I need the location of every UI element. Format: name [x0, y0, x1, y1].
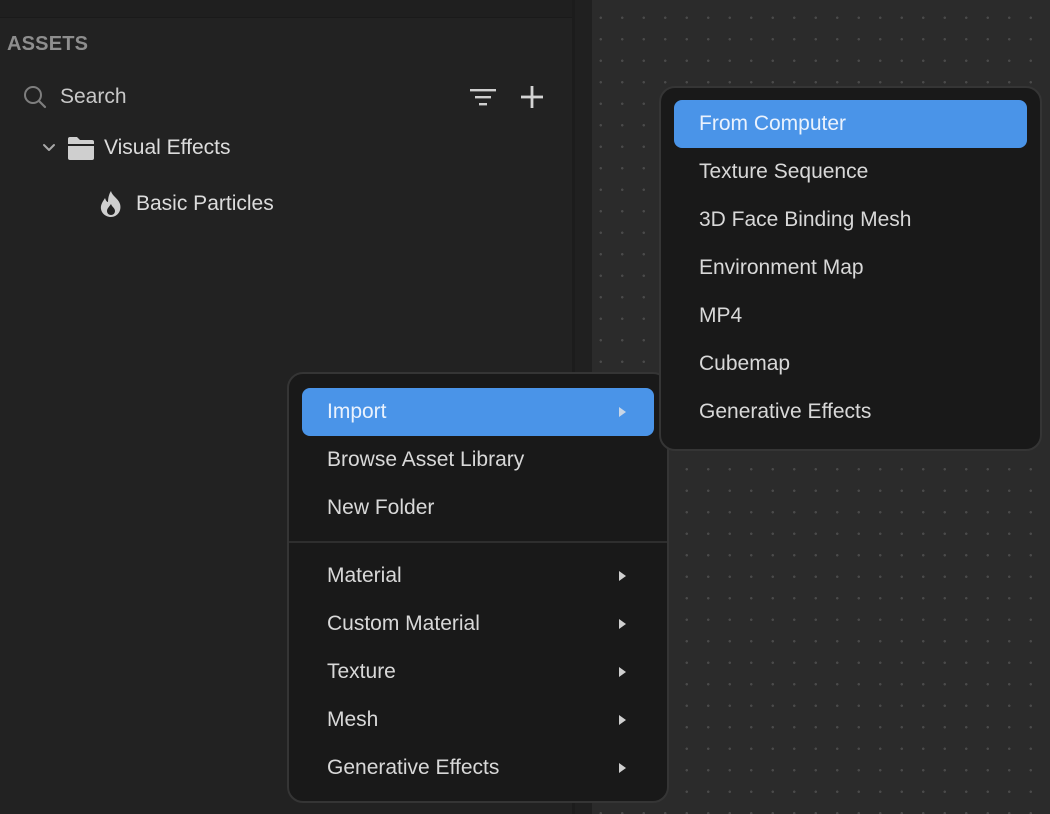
menu-item-label: 3D Face Binding Mesh: [699, 208, 912, 231]
search-row: [20, 80, 550, 114]
menu-item-label: From Computer: [699, 112, 847, 135]
context-menu: Import Browse Asset Library New Folder M…: [287, 372, 669, 803]
submenu-item-generative-effects[interactable]: Generative Effects: [674, 388, 1027, 436]
tree-folder-visual-effects[interactable]: Visual Effects: [38, 130, 230, 166]
tree-item-basic-particles[interactable]: Basic Particles: [96, 186, 274, 222]
submenu-item-3d-face-binding-mesh[interactable]: 3D Face Binding Mesh: [674, 196, 1027, 244]
menu-item-import[interactable]: Import: [302, 388, 654, 436]
menu-item-label: Texture: [327, 660, 396, 683]
search-icon: [24, 86, 47, 109]
menu-item-custom-material[interactable]: Custom Material: [302, 600, 654, 648]
submenu-arrow-icon: [619, 667, 626, 677]
submenu-item-from-computer[interactable]: From Computer: [674, 100, 1027, 148]
menu-item-label: New Folder: [327, 496, 435, 519]
submenu-item-cubemap[interactable]: Cubemap: [674, 340, 1027, 388]
folder-icon: [68, 137, 94, 160]
menu-item-label: Generative Effects: [327, 756, 500, 779]
submenu-arrow-icon: [619, 715, 626, 725]
submenu-arrow-icon: [619, 763, 626, 773]
panel-top-strip: [0, 0, 572, 18]
menu-item-label: Generative Effects: [699, 400, 872, 423]
submenu-arrow-icon: [619, 619, 626, 629]
assets-title: ASSETS: [7, 33, 89, 55]
import-submenu: From Computer Texture Sequence 3D Face B…: [659, 86, 1042, 451]
search-input[interactable]: [60, 82, 440, 112]
menu-item-label: MP4: [699, 304, 743, 327]
menu-item-label: Cubemap: [699, 352, 791, 375]
flame-icon: [100, 191, 121, 217]
submenu-item-texture-sequence[interactable]: Texture Sequence: [674, 148, 1027, 196]
submenu-item-mp4[interactable]: MP4: [674, 292, 1027, 340]
menu-item-label: Import: [327, 400, 387, 423]
menu-item-material[interactable]: Material: [302, 552, 654, 600]
tree-folder-label: Visual Effects: [104, 136, 231, 159]
menu-item-label: Browse Asset Library: [327, 448, 525, 471]
menu-item-new-folder[interactable]: New Folder: [302, 484, 654, 532]
menu-item-label: Environment Map: [699, 256, 864, 279]
menu-item-label: Texture Sequence: [699, 160, 869, 183]
menu-item-label: Mesh: [327, 708, 379, 731]
tree-item-label: Basic Particles: [136, 192, 274, 215]
submenu-item-environment-map[interactable]: Environment Map: [674, 244, 1027, 292]
menu-item-label: Material: [327, 564, 402, 587]
filter-icon[interactable]: [468, 84, 498, 110]
plus-icon[interactable]: [518, 83, 546, 111]
menu-item-mesh[interactable]: Mesh: [302, 696, 654, 744]
menu-item-texture[interactable]: Texture: [302, 648, 654, 696]
submenu-arrow-icon: [619, 571, 626, 581]
menu-item-browse-asset-library[interactable]: Browse Asset Library: [302, 436, 654, 484]
menu-item-generative-effects[interactable]: Generative Effects: [302, 744, 654, 792]
menu-divider: [289, 541, 667, 543]
chevron-down-icon[interactable]: [38, 137, 60, 159]
menu-item-label: Custom Material: [327, 612, 480, 635]
submenu-arrow-icon: [619, 407, 626, 417]
